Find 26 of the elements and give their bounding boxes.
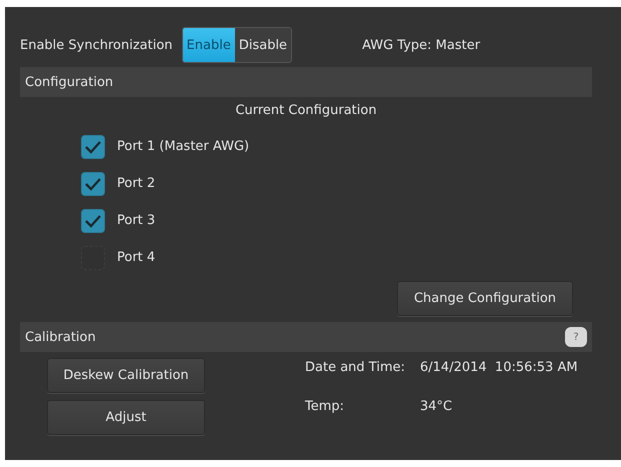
info-value: 6/14/2014 10:56:53 AM: [420, 359, 578, 377]
checkbox[interactable]: [81, 208, 105, 232]
info-value: 34°C: [420, 398, 454, 416]
help-button[interactable]: ?: [565, 327, 587, 347]
section-header: Configuration: [20, 67, 592, 97]
port-label: Port 2: [117, 176, 156, 191]
check-icon: [84, 140, 102, 154]
info-label: Date and Time:: [305, 359, 406, 377]
sync-label: Enable Synchronization: [20, 38, 173, 52]
toggle-option[interactable]: Enable: [182, 28, 235, 62]
check-icon: [84, 176, 102, 190]
port-label: Port 4: [117, 250, 156, 265]
toggle-option[interactable]: Disable: [234, 28, 292, 62]
calibration-button[interactable]: Deskew Calibration: [47, 358, 205, 393]
info-label: Temp:: [305, 398, 346, 416]
section-subtitle: Current Configuration: [234, 103, 378, 118]
sync-toggle[interactable]: Enable Disable: [182, 27, 292, 63]
port-label: Port 3: [117, 213, 156, 228]
check-icon: [84, 214, 102, 228]
awg-type: AWG Type: Master: [362, 38, 480, 52]
change-configuration-button[interactable]: Change Configuration: [397, 281, 573, 316]
section-title: Calibration: [25, 330, 96, 344]
port-label: Port 1 (Master AWG): [117, 139, 250, 154]
calibration-button[interactable]: Adjust: [47, 400, 205, 435]
checkbox[interactable]: [81, 172, 105, 196]
checkbox[interactable]: [81, 134, 105, 158]
